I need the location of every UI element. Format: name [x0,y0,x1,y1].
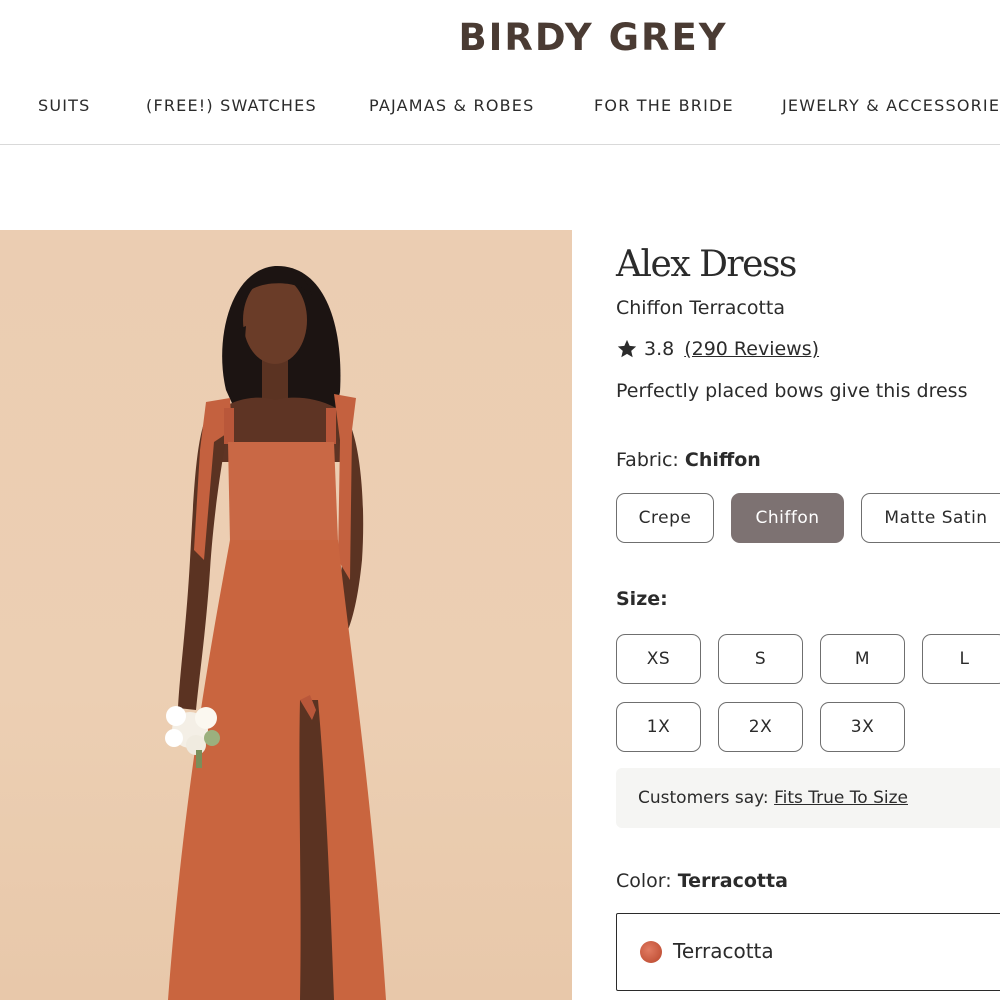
color-selected-value: Terracotta [677,870,788,892]
color-option-name: Terracotta [673,939,774,963]
color-dropdown[interactable]: Terracotta [616,913,1000,991]
rating-value: 3.8 [644,338,675,360]
size-option-xs[interactable]: XS [616,634,701,684]
site-header: BIRDY GREY SUITS (FREE!) SWATCHES PAJAMA… [0,0,1000,145]
size-label: Size: [616,588,668,610]
fabric-label-text: Fabric: [616,449,679,471]
nav-item-swatches[interactable]: (FREE!) SWATCHES [146,96,317,115]
size-option-3x[interactable]: 3X [820,702,905,752]
color-label: Color: Terracotta [616,870,788,892]
nav-item-pajamas-robes[interactable]: PAJAMAS & ROBES [369,96,534,115]
fit-link[interactable]: Fits True To Size [774,788,908,808]
size-label-text: Size: [616,588,668,610]
color-swatch-icon [640,941,662,963]
product-title: Alex Dress [616,244,797,285]
fabric-label: Fabric: Chiffon [616,449,761,471]
reviews-link[interactable]: (290 Reviews) [684,338,819,360]
size-option-m[interactable]: M [820,634,905,684]
size-option-s[interactable]: S [718,634,803,684]
size-option-1x[interactable]: 1X [616,702,701,752]
product-image[interactable] [0,230,572,1000]
product-description: Perfectly placed bows give this dress [616,380,968,402]
model-dress-illustration [165,265,386,1000]
fabric-selected-value: Chiffon [684,449,761,471]
size-option-2x[interactable]: 2X [718,702,803,752]
fabric-option-matte-satin[interactable]: Matte Satin [861,493,1000,543]
fit-feedback-text: Customers say: Fits True To Size [638,788,908,808]
site-logo[interactable]: BIRDY GREY [0,16,1000,59]
size-option-l[interactable]: L [922,634,1000,684]
nav-item-for-the-bride[interactable]: FOR THE BRIDE [594,96,734,115]
product-rating: 3.8 (290 Reviews) [616,338,819,360]
fit-prefix: Customers say: [638,788,769,808]
color-label-text: Color: [616,870,672,892]
nav-item-suits[interactable]: SUITS [38,96,91,115]
star-icon [617,339,637,358]
nav-item-jewelry-accessories[interactable]: JEWELRY & ACCESSORIES [782,96,1000,115]
fit-feedback-box: Customers say: Fits True To Size [616,768,1000,828]
fabric-option-crepe[interactable]: Crepe [616,493,714,543]
fabric-option-chiffon[interactable]: Chiffon [731,493,844,543]
product-subtitle: Chiffon Terracotta [616,297,785,319]
